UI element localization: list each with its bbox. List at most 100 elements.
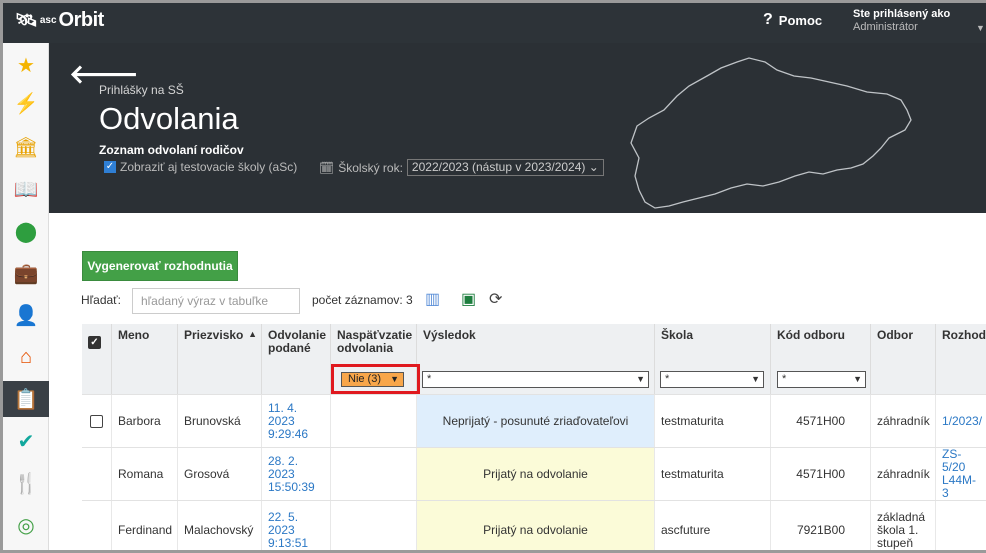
filter-vysledok-value: * xyxy=(427,373,432,385)
sidebar-item-books[interactable]: 📖 xyxy=(3,171,49,207)
page-header: 🡐 Prihlášky na SŠ Odvolania Zoznam odvol… xyxy=(49,43,986,213)
filter-cell: * ▼ xyxy=(771,365,871,394)
school-year-label: Školský rok: xyxy=(338,160,403,175)
cell-kod: 7921B00 xyxy=(771,501,871,550)
page-title: Odvolania xyxy=(99,101,239,136)
cell-meno: Romana xyxy=(112,448,178,500)
bank-icon: 🏛 xyxy=(13,136,39,159)
filter-vysledok-select[interactable]: * ▼ xyxy=(422,371,649,388)
col-odvolanie[interactable]: Odvolanie podané xyxy=(262,324,331,365)
highlight-frame: Nie (3) ▼ xyxy=(331,364,420,394)
table-row[interactable]: Barbora Brunovská 11. 4. 2023 9:29:46 Ne… xyxy=(82,394,986,447)
chevron-down-icon: ▼ xyxy=(853,374,862,384)
filter-cell: * ▼ xyxy=(417,365,655,394)
cell-skola: ascfuture xyxy=(655,501,771,550)
col-meno[interactable]: Meno xyxy=(112,324,178,365)
magic-wand-icon: ⚡ xyxy=(13,92,39,115)
app-logo[interactable]: 🛰 asc Orbit xyxy=(15,9,104,32)
cell-vysledok: Prijatý na odvolanie xyxy=(417,501,655,550)
filter-naspat-value: Nie (3) xyxy=(348,373,382,385)
filter-kod-select[interactable]: * ▼ xyxy=(777,371,866,388)
chevron-down-icon: ▼ xyxy=(751,374,760,384)
check-badge-icon: ✔ xyxy=(17,430,35,453)
test-schools-toggle[interactable]: ✓ Zobraziť aj testovacie školy (aSc) xyxy=(104,160,297,174)
chevron-down-icon: ▼ xyxy=(390,374,399,384)
cell-naspat xyxy=(331,395,417,447)
user-menu[interactable]: Ste prihlásený ako Administrátor xyxy=(853,8,950,34)
user-line1: Ste prihlásený ako xyxy=(853,8,951,20)
table-row[interactable]: Ferdinand Malachovský 22. 5. 2023 9:13:5… xyxy=(82,500,986,550)
sidebar-item-work[interactable]: 💼 xyxy=(3,255,49,291)
logo-prefix: asc xyxy=(39,15,57,26)
generate-decisions-button[interactable]: Vygenerovať rozhodnutia xyxy=(82,251,238,281)
row-select-cell xyxy=(82,395,112,447)
app-window: 🛰 asc Orbit ? Pomoc Ste prihlásený ako A… xyxy=(0,0,986,553)
cell-rozhod[interactable]: ZS-5/20 L44M-3 xyxy=(936,448,986,500)
cell-odbor: záhradník xyxy=(871,448,936,500)
sidebar-item-favorites[interactable]: ★ xyxy=(3,47,49,83)
col-naspat[interactable]: Naspäťvzatie odvolania xyxy=(331,324,417,365)
col-odbor[interactable]: Odbor xyxy=(871,324,936,365)
sidebar-item-students[interactable]: 👤 xyxy=(3,297,49,333)
search-input[interactable]: hľadaný výraz v tabuľke xyxy=(132,288,300,314)
excel-export-icon[interactable]: ▣ xyxy=(461,289,476,309)
row-select-cell xyxy=(82,448,112,500)
filter-cell xyxy=(82,365,112,394)
cell-priezvisko: Malachovský xyxy=(178,501,262,550)
cell-rozhod[interactable] xyxy=(936,501,986,550)
sidebar-item-institution[interactable]: 🏛 xyxy=(3,129,49,165)
filter-cell: * ▼ xyxy=(655,365,771,394)
search-label: Hľadať: xyxy=(81,293,122,307)
sidebar-item-wizard[interactable]: ⚡ xyxy=(3,85,49,121)
chevron-down-icon: ▼ xyxy=(636,374,645,384)
row-checkbox[interactable] xyxy=(90,414,103,428)
select-all-cell: ✓ xyxy=(82,324,112,365)
clipboard-icon: 📋 xyxy=(13,388,39,411)
cell-odvolanie[interactable]: 11. 4. 2023 9:29:46 xyxy=(262,395,331,447)
record-count: počet záznamov: 3 xyxy=(312,293,413,307)
col-skola[interactable]: Škola xyxy=(655,324,771,365)
table-row[interactable]: Romana Grosová 28. 2. 2023 15:50:39 Prij… xyxy=(82,447,986,500)
col-rozhod[interactable]: Rozhod xyxy=(936,324,986,365)
school-year-select[interactable]: 2022/2023 (nástup v 2023/2024) ⌄ xyxy=(406,159,604,176)
page-subtitle: Zoznam odvolaní rodičov xyxy=(99,143,244,157)
cell-kod: 4571H00 xyxy=(771,448,871,500)
help-button[interactable]: ? Pomoc xyxy=(763,11,822,29)
row-select-cell xyxy=(82,501,112,550)
columns-icon[interactable]: ▥ xyxy=(425,289,440,309)
cell-meno: Barbora xyxy=(112,395,178,447)
sidebar-item-dining[interactable]: 🍴 xyxy=(3,465,49,501)
col-vysledok[interactable]: Výsledok xyxy=(417,324,655,365)
cell-rozhod[interactable]: 1/2023/ xyxy=(936,395,986,447)
breadcrumb[interactable]: Prihlášky na SŠ xyxy=(99,83,184,97)
cell-skola: testmaturita xyxy=(655,448,771,500)
chevron-down-icon[interactable]: ▼ xyxy=(976,23,985,33)
slovakia-map-outline xyxy=(630,57,912,209)
filter-kod-value: * xyxy=(782,373,787,385)
cell-odvolanie[interactable]: 28. 2. 2023 15:50:39 xyxy=(262,448,331,500)
sidebar-item-location[interactable]: ⬤ xyxy=(3,213,49,249)
col-priezvisko[interactable]: Priezvisko ▲ xyxy=(178,324,262,365)
sort-asc-icon: ▲ xyxy=(248,329,257,339)
sidebar-item-applications[interactable]: 📋 xyxy=(3,381,49,417)
student-icon: 👤 xyxy=(13,304,39,327)
sidebar-item-school-add[interactable]: ⌂ xyxy=(3,339,49,375)
sidebar-item-approvals[interactable]: ✔ xyxy=(3,423,49,459)
sidebar-item-navigation[interactable]: ◎ xyxy=(3,507,49,543)
filter-naspat-select[interactable]: Nie (3) ▼ xyxy=(341,372,404,387)
cell-vysledok: Prijatý na odvolanie xyxy=(417,448,655,500)
select-all-checkbox[interactable]: ✓ xyxy=(88,336,101,349)
refresh-icon[interactable]: ⟳ xyxy=(489,289,502,309)
col-kod[interactable]: Kód odboru xyxy=(771,324,871,365)
filter-skola-select[interactable]: * ▼ xyxy=(660,371,764,388)
book-icon: 📖 xyxy=(13,178,39,201)
checkbox-checked-icon[interactable]: ✓ xyxy=(104,161,116,173)
school-year-filter: 🗓 Školský rok: 2022/2023 (nástup v 2023/… xyxy=(319,159,604,176)
help-label: Pomoc xyxy=(778,12,823,28)
logo-text: Orbit xyxy=(58,9,105,31)
top-bar: 🛰 asc Orbit ? Pomoc Ste prihlásený ako A… xyxy=(3,3,986,43)
cell-odvolanie[interactable]: 22. 5. 2023 9:13:51 xyxy=(262,501,331,550)
question-icon: ? xyxy=(763,11,773,28)
star-icon: ★ xyxy=(17,54,35,77)
cell-odbor: základná škola 1. stupeň xyxy=(871,501,936,550)
